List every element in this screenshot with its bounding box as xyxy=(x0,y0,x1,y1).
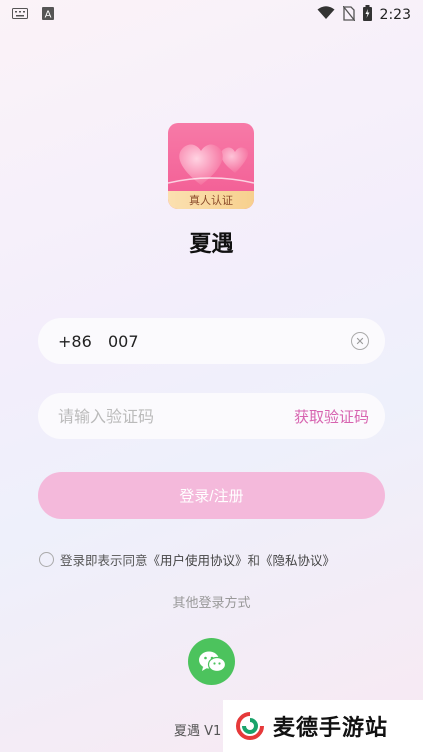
verified-badge: 真人认证 xyxy=(168,191,254,209)
app-logo: 真人认证 xyxy=(168,123,254,209)
wechat-login-button[interactable] xyxy=(188,638,235,685)
heart-icon xyxy=(168,144,254,185)
watermark-logo-icon xyxy=(236,712,264,740)
agree-checkbox[interactable] xyxy=(39,552,54,567)
clear-icon[interactable]: ✕ xyxy=(351,332,369,350)
wifi-icon xyxy=(317,6,335,24)
site-watermark: 麦德手游站 xyxy=(223,700,423,752)
agreement-and: 和 xyxy=(247,553,261,568)
svg-text:A: A xyxy=(45,9,52,20)
country-code[interactable]: +86 xyxy=(58,332,108,351)
other-login-label: 其他登录方式 xyxy=(172,596,251,611)
status-bar: A 2:23 xyxy=(0,0,423,30)
code-field[interactable]: 获取验证码 xyxy=(38,393,385,439)
version-text: 夏遇 V1 xyxy=(174,724,222,739)
app-title: 夏遇 xyxy=(189,232,234,257)
phone-input[interactable]: 007 xyxy=(108,332,351,351)
login-register-button[interactable]: 登录/注册 xyxy=(38,472,385,519)
clock: 2:23 xyxy=(379,7,411,23)
a-icon: A xyxy=(42,6,54,24)
wechat-icon xyxy=(198,651,226,672)
privacy-link[interactable]: 《隐私协议》 xyxy=(260,553,335,568)
agreement-text: 登录即表示同意 xyxy=(60,553,148,568)
battery-charging-icon xyxy=(362,5,372,25)
keyboard-icon xyxy=(12,7,28,23)
verification-code-input[interactable] xyxy=(58,406,294,426)
get-code-button[interactable]: 获取验证码 xyxy=(294,406,369,427)
phone-field[interactable]: +86 007 ✕ xyxy=(38,318,385,364)
user-agreement-link[interactable]: 《用户使用协议》 xyxy=(148,553,248,568)
no-sim-icon xyxy=(342,5,356,25)
agreement-row: 登录即表示同意《用户使用协议》和《隐私协议》 xyxy=(39,550,335,569)
watermark-text: 麦德手游站 xyxy=(273,716,389,741)
